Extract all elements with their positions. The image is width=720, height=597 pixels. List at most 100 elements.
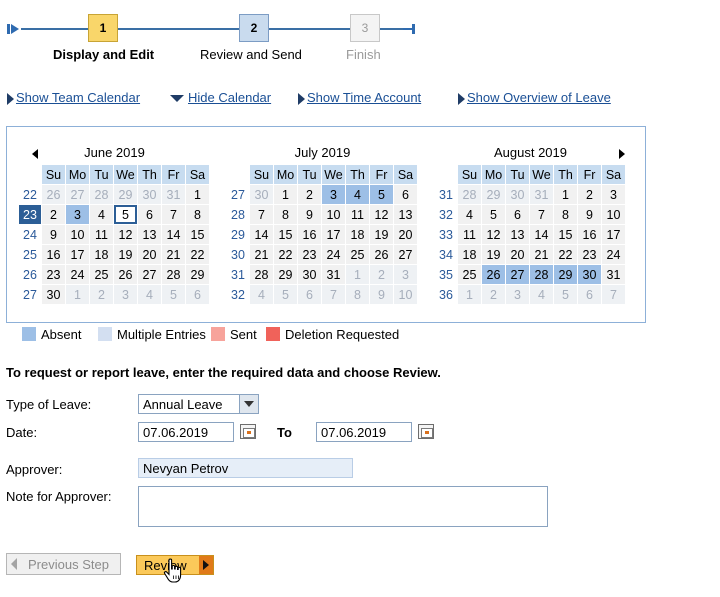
- day-cell[interactable]: 7: [602, 285, 625, 304]
- day-cell[interactable]: 3: [506, 285, 529, 304]
- day-cell[interactable]: 27: [66, 185, 89, 204]
- week-number[interactable]: 31: [435, 185, 457, 204]
- day-cell[interactable]: 10: [66, 225, 89, 244]
- day-cell[interactable]: 30: [138, 185, 161, 204]
- day-cell[interactable]: 24: [66, 265, 89, 284]
- day-cell[interactable]: 7: [530, 205, 553, 224]
- step-2-number[interactable]: 2: [239, 14, 269, 42]
- day-cell[interactable]: 3: [66, 205, 89, 224]
- day-cell[interactable]: 1: [274, 185, 297, 204]
- day-cell[interactable]: 13: [506, 225, 529, 244]
- day-cell[interactable]: 3: [114, 285, 137, 304]
- day-cell[interactable]: 17: [602, 225, 625, 244]
- day-cell[interactable]: 18: [458, 245, 481, 264]
- day-cell[interactable]: 9: [578, 205, 601, 224]
- week-number[interactable]: 27: [19, 285, 41, 304]
- day-cell[interactable]: 8: [186, 205, 209, 224]
- day-cell[interactable]: 26: [482, 265, 505, 284]
- day-cell[interactable]: 11: [346, 205, 369, 224]
- day-cell[interactable]: 21: [530, 245, 553, 264]
- day-cell[interactable]: 11: [458, 225, 481, 244]
- day-cell[interactable]: 8: [554, 205, 577, 224]
- day-cell[interactable]: 19: [370, 225, 393, 244]
- show-overview-of-leave-link[interactable]: Show Overview of Leave: [458, 90, 611, 105]
- show-time-account-link[interactable]: Show Time Account: [298, 90, 421, 105]
- day-cell[interactable]: 1: [66, 285, 89, 304]
- day-cell[interactable]: 29: [554, 265, 577, 284]
- step-1-number[interactable]: 1: [88, 14, 118, 42]
- day-cell[interactable]: 5: [554, 285, 577, 304]
- day-cell[interactable]: 31: [602, 265, 625, 284]
- day-cell[interactable]: 4: [138, 285, 161, 304]
- day-cell[interactable]: 26: [114, 265, 137, 284]
- day-cell[interactable]: 26: [42, 185, 65, 204]
- day-cell[interactable]: 1: [186, 185, 209, 204]
- day-cell[interactable]: 28: [530, 265, 553, 284]
- date-from-input[interactable]: 07.06.2019: [138, 422, 234, 442]
- week-number[interactable]: 32: [227, 285, 249, 304]
- day-cell[interactable]: 23: [578, 245, 601, 264]
- week-number[interactable]: 24: [19, 225, 41, 244]
- day-cell[interactable]: 26: [370, 245, 393, 264]
- day-cell[interactable]: 2: [90, 285, 113, 304]
- day-cell[interactable]: 4: [90, 205, 113, 224]
- day-cell[interactable]: 19: [114, 245, 137, 264]
- day-cell[interactable]: 11: [90, 225, 113, 244]
- day-cell[interactable]: 30: [250, 185, 273, 204]
- day-cell[interactable]: 6: [394, 185, 417, 204]
- day-cell[interactable]: 2: [482, 285, 505, 304]
- day-cell[interactable]: 15: [186, 225, 209, 244]
- week-number[interactable]: 23: [19, 205, 41, 224]
- day-cell[interactable]: 9: [298, 205, 321, 224]
- week-number[interactable]: 25: [19, 245, 41, 264]
- day-cell[interactable]: 29: [186, 265, 209, 284]
- week-number[interactable]: 22: [19, 185, 41, 204]
- day-cell[interactable]: 5: [482, 205, 505, 224]
- week-number[interactable]: 27: [227, 185, 249, 204]
- note-for-approver-textarea[interactable]: [138, 486, 548, 527]
- day-cell[interactable]: 5: [274, 285, 297, 304]
- day-cell[interactable]: 30: [298, 265, 321, 284]
- day-cell[interactable]: 7: [322, 285, 345, 304]
- day-cell[interactable]: 17: [66, 245, 89, 264]
- day-cell[interactable]: 4: [250, 285, 273, 304]
- day-cell[interactable]: 27: [394, 245, 417, 264]
- day-cell[interactable]: 31: [322, 265, 345, 284]
- week-number[interactable]: 30: [227, 245, 249, 264]
- day-cell[interactable]: 1: [554, 185, 577, 204]
- day-cell[interactable]: 17: [322, 225, 345, 244]
- day-cell[interactable]: 14: [162, 225, 185, 244]
- day-cell[interactable]: 13: [138, 225, 161, 244]
- day-cell[interactable]: 22: [274, 245, 297, 264]
- day-cell[interactable]: 18: [346, 225, 369, 244]
- day-cell[interactable]: 24: [322, 245, 345, 264]
- day-cell[interactable]: 3: [322, 185, 345, 204]
- day-cell[interactable]: 10: [394, 285, 417, 304]
- day-cell[interactable]: 15: [554, 225, 577, 244]
- week-number[interactable]: 31: [227, 265, 249, 284]
- day-cell[interactable]: 24: [602, 245, 625, 264]
- day-cell[interactable]: 16: [578, 225, 601, 244]
- day-cell[interactable]: 22: [186, 245, 209, 264]
- day-cell[interactable]: 15: [274, 225, 297, 244]
- day-cell[interactable]: 6: [298, 285, 321, 304]
- week-number[interactable]: 35: [435, 265, 457, 284]
- day-cell[interactable]: 31: [530, 185, 553, 204]
- day-cell[interactable]: 2: [42, 205, 65, 224]
- week-number[interactable]: 32: [435, 205, 457, 224]
- day-cell[interactable]: 27: [138, 265, 161, 284]
- day-cell[interactable]: 3: [602, 185, 625, 204]
- day-cell[interactable]: 28: [162, 265, 185, 284]
- day-cell[interactable]: 7: [250, 205, 273, 224]
- calendar-picker-icon[interactable]: [418, 424, 434, 439]
- day-cell[interactable]: 1: [346, 265, 369, 284]
- day-cell[interactable]: 19: [482, 245, 505, 264]
- day-cell[interactable]: 20: [394, 225, 417, 244]
- day-cell[interactable]: 29: [482, 185, 505, 204]
- week-number[interactable]: 26: [19, 265, 41, 284]
- day-cell[interactable]: 5: [114, 205, 137, 224]
- day-cell[interactable]: 5: [370, 185, 393, 204]
- day-cell[interactable]: 12: [370, 205, 393, 224]
- day-cell[interactable]: 30: [42, 285, 65, 304]
- day-cell[interactable]: 30: [578, 265, 601, 284]
